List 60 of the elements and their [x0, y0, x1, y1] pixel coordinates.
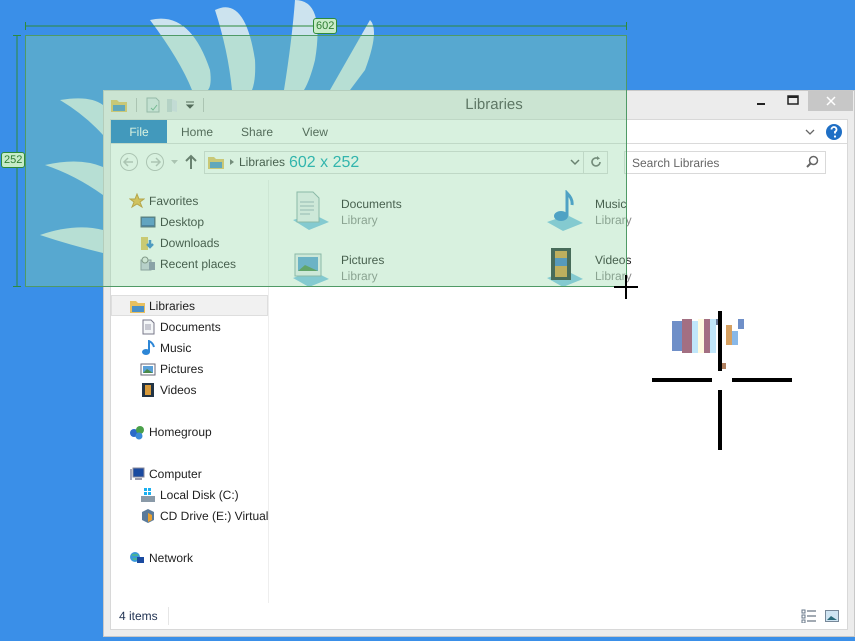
item-name: Pictures: [341, 252, 384, 268]
minimize-icon: [757, 103, 765, 105]
picture-icon: [140, 360, 156, 376]
nav-item[interactable]: Homegroup: [111, 421, 268, 442]
music-note-icon: [140, 340, 156, 356]
nav-item[interactable]: Favorites: [111, 190, 268, 211]
item-name: Music: [595, 196, 628, 212]
up-arrow-icon: [184, 152, 198, 172]
selection-size-label: 602 x 252: [289, 153, 360, 173]
recent-dropdown-icon: [171, 160, 178, 164]
network-icon: [129, 550, 145, 566]
nav-item[interactable]: Network: [111, 547, 268, 568]
item-type: Library: [341, 268, 379, 284]
recent-places-icon: [140, 256, 156, 272]
large-icons-view-icon: [825, 610, 839, 622]
star-icon: [129, 192, 145, 208]
film-icon: [140, 382, 156, 398]
ribbon-tab[interactable]: Share: [227, 120, 288, 143]
nav-item[interactable]: Videos: [111, 379, 268, 400]
drive-icon: [140, 486, 156, 502]
width-label: 602: [313, 18, 338, 34]
monitor-icon: [140, 214, 156, 230]
nav-item[interactable]: CD Drive (E:) Virtual: [111, 505, 268, 526]
library-icon: [207, 154, 225, 170]
nav-item[interactable]: Libraries: [111, 295, 268, 316]
folder-icon: [110, 97, 128, 113]
download-folder-icon: [140, 234, 156, 250]
close-button[interactable]: [808, 91, 853, 111]
nav-item[interactable]: Music: [111, 337, 268, 358]
homegroup-icon: [129, 424, 145, 440]
nav-item[interactable]: Local Disk (C:): [111, 484, 268, 505]
library-item[interactable]: Documents Library: [287, 184, 541, 240]
address-path[interactable]: Libraries: [239, 153, 286, 171]
search-field[interactable]: Search Libraries: [624, 151, 826, 174]
nav-item[interactable]: Downloads: [111, 232, 268, 253]
forward-icon: [145, 152, 165, 172]
dropdown-icon: [185, 100, 195, 110]
close-icon: [826, 96, 836, 106]
back-icon: [119, 152, 139, 172]
nav-item[interactable]: Documents: [111, 316, 268, 337]
document-icon: [140, 318, 156, 334]
nav-item[interactable]: Desktop: [111, 211, 268, 232]
nav-item[interactable]: Recent places: [111, 253, 268, 274]
window-title: Libraries: [464, 94, 524, 115]
refresh-icon: [588, 155, 602, 169]
expand-ribbon-icon: [805, 128, 815, 134]
item-count: 4 items: [119, 607, 169, 625]
nav-item[interactable]: Computer: [111, 463, 268, 484]
library-item[interactable]: Pictures Library: [287, 240, 541, 296]
search-icon: [805, 154, 819, 168]
nav-item[interactable]: Pictures: [111, 358, 268, 379]
details-view-icon: [801, 609, 817, 623]
computer-icon: [129, 466, 145, 482]
item-type: Library: [341, 212, 379, 228]
height-label: 252: [1, 152, 26, 168]
ribbon-tab[interactable]: View: [287, 120, 344, 143]
item-name: Documents: [341, 196, 402, 212]
ribbon-tab[interactable]: Home: [167, 120, 228, 143]
cd-drive-icon: [140, 508, 156, 524]
properties-icon: [145, 97, 161, 113]
